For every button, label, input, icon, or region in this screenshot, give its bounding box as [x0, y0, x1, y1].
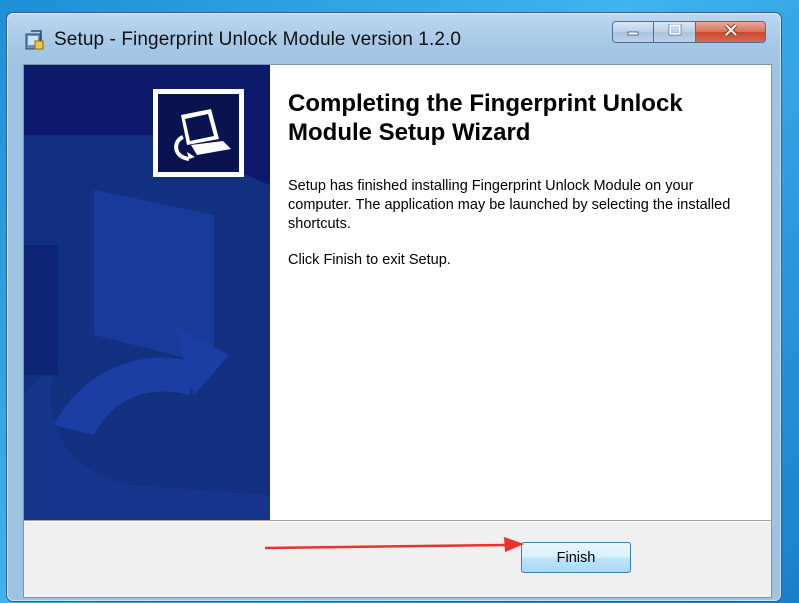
close-icon	[723, 23, 739, 42]
window-title: Setup - Fingerprint Unlock Module versio…	[54, 29, 462, 50]
maximize-icon	[668, 23, 682, 41]
wizard-content: Completing the Fingerprint Unlock Module…	[270, 65, 771, 520]
setup-app-icon	[23, 29, 45, 51]
wizard-client-area: Completing the Fingerprint Unlock Module…	[23, 64, 772, 598]
exit-instruction: Click Finish to exit Setup.	[288, 252, 451, 268]
wizard-heading: Completing the Fingerprint Unlock Module…	[288, 90, 683, 146]
finished-message: Setup has finished installing Fingerprin…	[288, 178, 731, 232]
setup-window: Setup - Fingerprint Unlock Module versio…	[6, 12, 782, 602]
button-area-separator	[24, 520, 771, 522]
finish-button[interactable]: Finish	[521, 542, 631, 573]
close-button[interactable]	[696, 21, 766, 43]
minimize-icon	[626, 23, 640, 41]
wizard-banner	[24, 65, 270, 520]
window-controls	[612, 21, 766, 45]
maximize-button[interactable]	[654, 21, 696, 43]
title-bar[interactable]: Setup - Fingerprint Unlock Module versio…	[7, 13, 781, 61]
installer-logo-icon	[153, 89, 244, 177]
minimize-button[interactable]	[612, 21, 654, 43]
